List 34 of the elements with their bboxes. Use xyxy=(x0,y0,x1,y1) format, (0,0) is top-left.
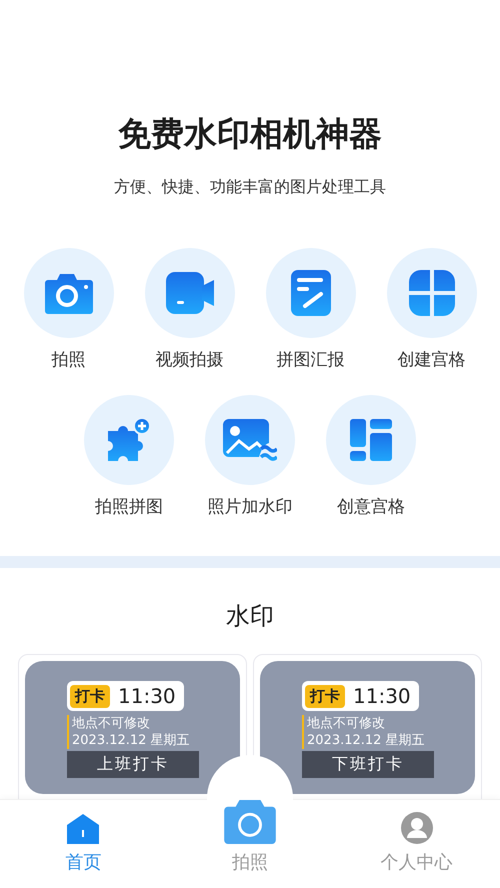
image-icon xyxy=(223,419,277,461)
puzzle-icon xyxy=(106,417,152,463)
template-card[interactable]: 打卡 11:30 地点不可修改 2023.12.12 星期五 上班打卡 xyxy=(18,654,247,799)
location-text: 地点不可修改 xyxy=(72,715,151,732)
tab[interactable]: 首页 xyxy=(0,800,167,888)
feature-label: 拍照拼图 xyxy=(95,496,163,518)
time-text: 11:30 xyxy=(118,684,176,708)
date-text: 2023.12.12 星期五 xyxy=(307,732,425,749)
profile-icon xyxy=(400,812,433,844)
feature-label: 视频拍摄 xyxy=(156,349,224,371)
tag-label: 打卡 xyxy=(70,684,110,708)
time-text: 11:30 xyxy=(353,684,411,708)
date-text: 2023.12.12 星期五 xyxy=(72,732,190,749)
camera-icon xyxy=(44,272,94,314)
clock-in-button: 下班打卡 xyxy=(302,751,434,778)
app-title: 免费水印相机神器 xyxy=(117,113,383,155)
feature-label: 创建宫格 xyxy=(398,349,466,371)
layout-icon xyxy=(350,419,392,461)
tab[interactable]: 拍照 xyxy=(166,800,334,888)
video-camera-icon xyxy=(166,272,214,314)
grid-icon xyxy=(408,270,454,316)
feature-label: 拼图汇报 xyxy=(276,349,344,371)
app-subtitle: 方便、快捷、功能丰富的图片处理工具 xyxy=(113,177,387,198)
template-card[interactable]: 打卡 11:30 地点不可修改 2023.12.12 星期五 下班打卡 xyxy=(253,654,482,799)
tag-label: 打卡 xyxy=(305,684,345,708)
feature-label: 创意宫格 xyxy=(337,496,405,518)
note-icon xyxy=(290,270,330,316)
clock-in-button: 上班打卡 xyxy=(67,751,199,778)
section-title: 水印 xyxy=(225,601,275,632)
feature-label: 拍照 xyxy=(52,349,86,371)
home-icon xyxy=(67,814,100,844)
tab[interactable]: 个人中心 xyxy=(333,800,500,888)
location-text: 地点不可修改 xyxy=(307,715,386,732)
feature-label: 照片加水印 xyxy=(208,496,292,518)
